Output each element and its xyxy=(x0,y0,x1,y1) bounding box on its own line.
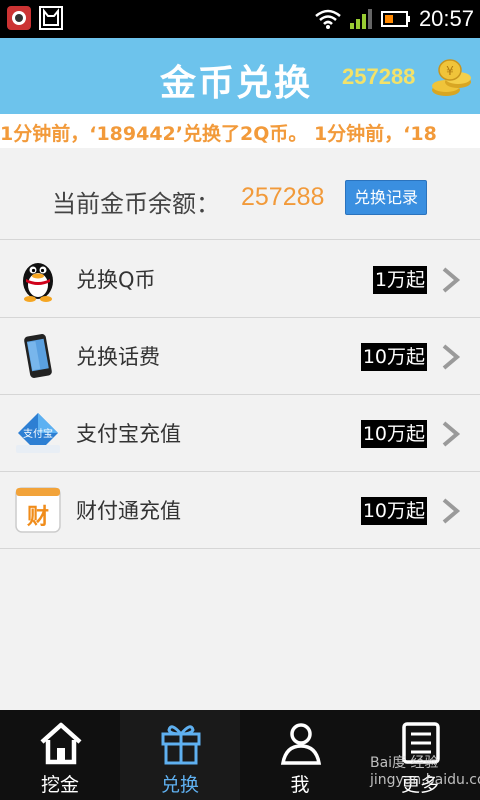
balance-label: 当前金币余额： xyxy=(52,190,220,218)
exchange-options-list: 兑换Q币 1万起 兑换话费 10万起 支付宝 支付宝充值 10万起 财 财付通充… xyxy=(0,241,480,549)
app-icon xyxy=(7,6,31,30)
gift-icon xyxy=(161,725,201,765)
alipay-icon: 支付宝 xyxy=(16,413,60,453)
watermark: Bai度 经验 jingyan.baidu.com xyxy=(370,755,480,788)
list-item-label: 支付宝充值 xyxy=(76,422,181,446)
gold-coins-icon: ¥ xyxy=(432,59,471,96)
tab-dig-gold[interactable]: 挖金 xyxy=(0,710,120,800)
balance-section: 当前金币余额： 257288 兑换记录 xyxy=(0,148,480,240)
tab-label: 兑换 xyxy=(160,774,199,796)
clock: 20:57 xyxy=(418,6,474,31)
status-bar: 20:57 xyxy=(0,0,480,38)
list-item-alipay[interactable]: 支付宝 支付宝充值 10万起 xyxy=(0,395,480,472)
header: 金币兑换 257288 ¥ xyxy=(0,38,480,114)
chevron-right-icon xyxy=(442,421,461,447)
list-item-qq-coins[interactable]: 兑换Q币 1万起 xyxy=(0,241,480,318)
page-title: 金币兑换 xyxy=(160,63,313,104)
qq-penguin-icon xyxy=(23,263,53,302)
svg-text:支付宝: 支付宝 xyxy=(23,427,53,440)
phone-icon xyxy=(24,334,52,378)
chevron-right-icon xyxy=(442,267,461,293)
chevron-right-icon xyxy=(442,344,461,370)
list-item-label: 财付通充值 xyxy=(76,499,181,523)
chevron-right-icon xyxy=(442,498,461,524)
list-item-label: 兑换话费 xyxy=(76,345,160,369)
exchange-history-button[interactable]: 兑换记录 xyxy=(345,180,427,215)
battery-icon xyxy=(380,11,410,27)
tab-label: 挖金 xyxy=(40,774,79,796)
list-item-tenpay[interactable]: 财 财付通充值 10万起 xyxy=(0,472,480,549)
list-item-phone-credit[interactable]: 兑换话费 10万起 xyxy=(0,318,480,395)
tab-label: 我 xyxy=(290,774,310,796)
user-icon xyxy=(280,723,322,765)
tab-me[interactable]: 我 xyxy=(240,710,360,800)
svg-text:¥: ¥ xyxy=(446,64,454,78)
cat-icon xyxy=(39,6,63,30)
wifi-icon xyxy=(315,9,341,29)
signal-icon xyxy=(349,9,372,29)
home-icon xyxy=(40,722,82,765)
balance-value: 257288 xyxy=(241,183,325,211)
tenpay-icon: 财 xyxy=(15,487,61,533)
min-amount-badge: 10万起 xyxy=(360,497,427,525)
tab-exchange[interactable]: 兑换 xyxy=(120,710,240,800)
min-amount-badge: 1万起 xyxy=(372,266,427,294)
header-coin-count: 257288 xyxy=(342,64,416,89)
list-item-label: 兑换Q币 xyxy=(76,268,156,292)
min-amount-badge: 10万起 xyxy=(360,420,427,448)
ticker-text: 1分钟前，‘189442’兑换了2Q币。 1分钟前，‘18 xyxy=(0,123,437,145)
exchange-ticker: 1分钟前，‘189442’兑换了2Q币。 1分钟前，‘18 xyxy=(0,114,480,148)
svg-text:财: 财 xyxy=(27,505,49,530)
min-amount-badge: 10万起 xyxy=(360,343,427,371)
